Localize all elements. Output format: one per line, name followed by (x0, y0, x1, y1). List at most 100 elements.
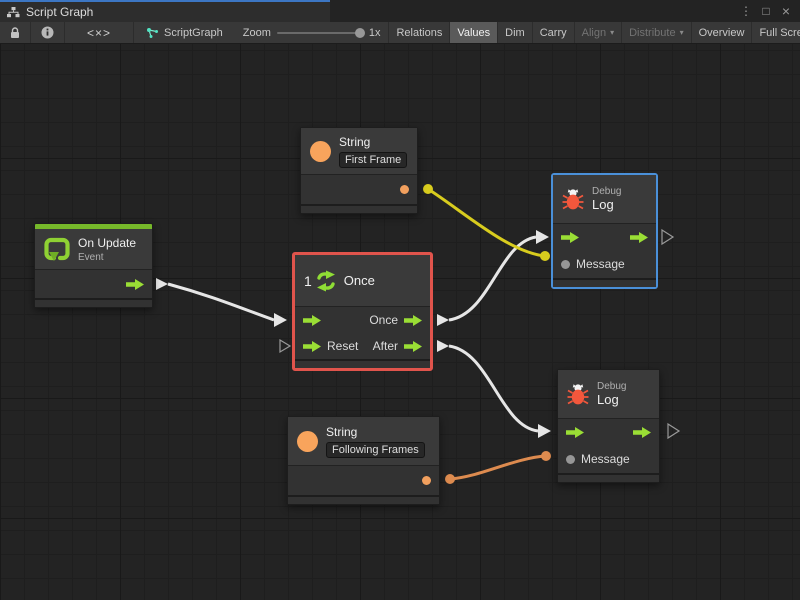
port-label-once: Once (369, 313, 398, 327)
script-graph-window: Script Graph ⋮ □ × <×> (0, 0, 800, 600)
zoom-slider[interactable] (277, 32, 363, 34)
dim-button[interactable]: Dim (497, 22, 532, 43)
string-output-port[interactable] (422, 476, 431, 485)
flow-output-port[interactable] (126, 279, 144, 290)
node-title: On Update (78, 236, 136, 250)
window-maximize-button[interactable]: □ (758, 1, 774, 21)
message-input-port[interactable] (561, 260, 570, 269)
relations-button[interactable]: Relations (388, 22, 449, 43)
info-icon (41, 26, 54, 39)
full-screen-button[interactable]: Full Screen (751, 22, 800, 43)
wire-endpoint-dot (540, 251, 550, 261)
node-category: Debug (592, 186, 621, 197)
node-footer (288, 495, 439, 504)
chevron-down-icon: ▾ (680, 28, 684, 37)
lock-button[interactable] (0, 22, 31, 43)
edit-source-button[interactable]: <×> (65, 22, 134, 43)
port-label-reset: Reset (327, 339, 358, 353)
node-debug-log-top[interactable]: Debug Log Message (551, 173, 658, 289)
wire-start-arrow (437, 314, 449, 326)
flow-output-port[interactable] (630, 232, 648, 243)
connection-onupdate-once[interactable] (168, 284, 274, 320)
reset-after-row: Reset After (295, 333, 430, 359)
node-category: Debug (597, 381, 626, 392)
flow-input-port[interactable] (303, 315, 321, 326)
unconnected-port-triangle[interactable] (668, 424, 679, 438)
connection-once-debugbottom[interactable] (449, 346, 538, 431)
breadcrumb[interactable]: ScriptGraph (134, 22, 235, 43)
flow-input-port[interactable] (566, 427, 584, 438)
node-on-update[interactable]: On Update Event (34, 223, 153, 308)
tab-label: Script Graph (26, 5, 93, 19)
inspect-button[interactable] (31, 22, 65, 43)
flow-row (558, 419, 659, 445)
port-label-message: Message (581, 452, 630, 466)
once-row: Once (295, 307, 430, 333)
wire-endpoint-dot (445, 474, 455, 484)
connection-string-first-message[interactable] (428, 189, 545, 256)
node-footer (553, 278, 656, 287)
node-debug-log-bottom[interactable]: Debug Log Message (555, 367, 662, 485)
node-footer (301, 204, 417, 213)
node-footer (558, 473, 659, 482)
node-header: On Update Event (35, 229, 152, 270)
align-label: Align (582, 27, 606, 39)
node-string-following[interactable]: String Following Frames (287, 416, 440, 505)
window-close-button[interactable]: × (778, 1, 794, 21)
window-controls: ⋮ □ × (738, 0, 800, 22)
wire-end-arrow (538, 424, 551, 438)
bug-icon (562, 188, 584, 211)
tab-script-graph[interactable]: Script Graph (0, 0, 330, 22)
unconnected-port-triangle[interactable] (280, 340, 290, 352)
graph-tab-icon (7, 7, 20, 18)
values-button[interactable]: Values (449, 22, 497, 43)
output-row (288, 466, 439, 495)
string-output-port[interactable] (400, 185, 409, 194)
node-title: Log (592, 197, 621, 212)
zoom-slider-handle[interactable] (355, 28, 365, 38)
lock-icon (10, 27, 20, 39)
bug-icon (567, 383, 589, 406)
wire-end-arrow (536, 230, 549, 244)
node-header: 1 Once (295, 255, 430, 307)
graph-canvas[interactable]: String First Frame On Up (0, 44, 800, 600)
flow-output-port[interactable] (633, 427, 651, 438)
tab-bar-spacer (330, 0, 738, 22)
reset-input-port[interactable] (303, 341, 321, 352)
unconnected-port-triangle[interactable] (662, 230, 673, 244)
distribute-button[interactable]: Distribute ▾ (621, 22, 690, 43)
node-header: Debug Log (553, 175, 656, 224)
node-title: String (326, 425, 425, 439)
wire-start-arrow (156, 278, 168, 290)
wire-start-arrow (437, 340, 449, 352)
message-row: Message (553, 250, 656, 278)
string-type-icon (310, 141, 331, 162)
toolbar-toggles: Relations Values Dim Carry Align ▾ Distr… (388, 22, 800, 43)
node-header: Debug Log (558, 370, 659, 419)
message-input-port[interactable] (566, 455, 575, 464)
node-header: String First Frame (301, 128, 417, 175)
after-output-port[interactable] (404, 341, 422, 352)
overview-button[interactable]: Overview (691, 22, 752, 43)
flow-input-port[interactable] (561, 232, 579, 243)
zoom-value: 1x (369, 27, 381, 39)
once-cycle-icon (316, 270, 336, 292)
once-output-port[interactable] (404, 315, 422, 326)
connection-string-following-message[interactable] (450, 456, 546, 479)
align-button[interactable]: Align ▾ (574, 22, 621, 43)
string-value-field[interactable]: First Frame (339, 152, 407, 168)
node-once[interactable]: 1 Once Once (292, 252, 433, 371)
node-title: Log (597, 392, 626, 407)
carry-button[interactable]: Carry (532, 22, 574, 43)
string-value-field[interactable]: Following Frames (326, 442, 425, 458)
once-count: 1 (304, 273, 312, 289)
breadcrumb-label: ScriptGraph (164, 27, 223, 39)
window-menu-button[interactable]: ⋮ (738, 1, 754, 21)
zoom-control: Zoom 1x (235, 22, 389, 43)
output-row (301, 175, 417, 204)
node-footer (295, 359, 430, 368)
node-string-first[interactable]: String First Frame (300, 127, 418, 214)
string-type-icon (297, 431, 318, 452)
script-graph-icon (146, 27, 159, 39)
port-label-after: After (373, 339, 398, 353)
